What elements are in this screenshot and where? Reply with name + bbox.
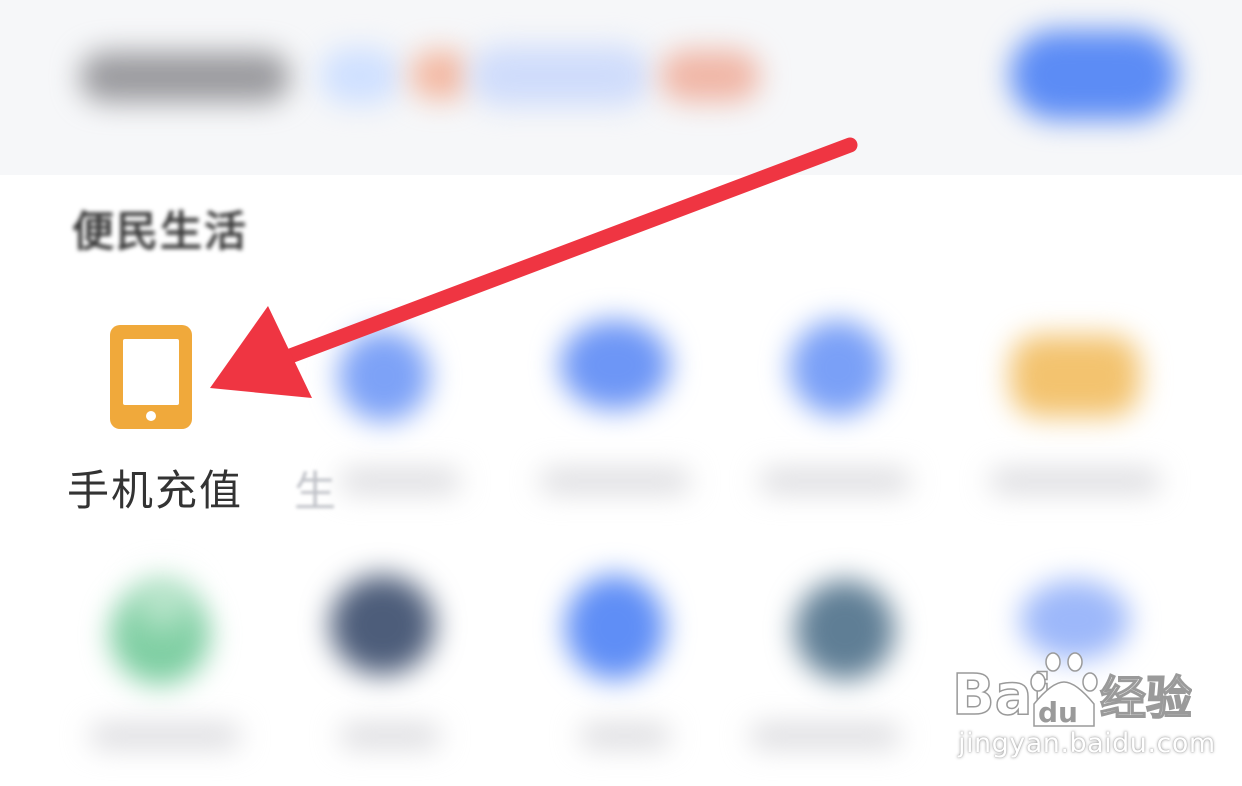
- mobile-phone-icon: [110, 325, 192, 429]
- top-bar-chip-orange: [410, 50, 470, 100]
- top-bar-action-button[interactable]: [1010, 30, 1178, 120]
- baidu-jingyan-watermark-logo: Bai du 经验: [952, 652, 1192, 729]
- service-icon-3[interactable]: [560, 320, 670, 410]
- top-bar-chip-blue: [320, 48, 400, 104]
- service-label-2-fragment: 生: [294, 467, 337, 516]
- service-label-5: [990, 470, 1160, 492]
- service-icon-2[interactable]: [338, 330, 430, 422]
- service-label-4: [760, 470, 910, 492]
- service-icon-4[interactable]: [790, 320, 886, 416]
- service-label-9: [750, 725, 900, 747]
- service-label-2: [340, 470, 460, 492]
- mobile-recharge-label: 手机充值: [66, 466, 243, 515]
- service-label-8: [580, 725, 670, 747]
- svg-text:du: du: [1038, 696, 1078, 729]
- service-label-3: [540, 470, 690, 492]
- top-bar-title-blur: [80, 52, 290, 102]
- section-title: 便民生活: [72, 207, 249, 256]
- service-label-7: [340, 725, 440, 747]
- top-bar-chip-red: [660, 50, 760, 102]
- service-icon-7[interactable]: [330, 575, 435, 675]
- service-icon-8[interactable]: [565, 575, 665, 680]
- service-icon-6-ring: [138, 580, 188, 626]
- watermark-url: jingyan.baidu.com: [958, 728, 1216, 759]
- service-icon-9[interactable]: [795, 580, 895, 680]
- mobile-recharge-item[interactable]: 手机充值: [60, 325, 260, 515]
- svg-text:经验: 经验: [1100, 671, 1192, 725]
- service-label-6: [90, 725, 240, 747]
- top-bar-chip-pale-blue: [470, 46, 650, 106]
- service-icon-5[interactable]: [1010, 335, 1140, 417]
